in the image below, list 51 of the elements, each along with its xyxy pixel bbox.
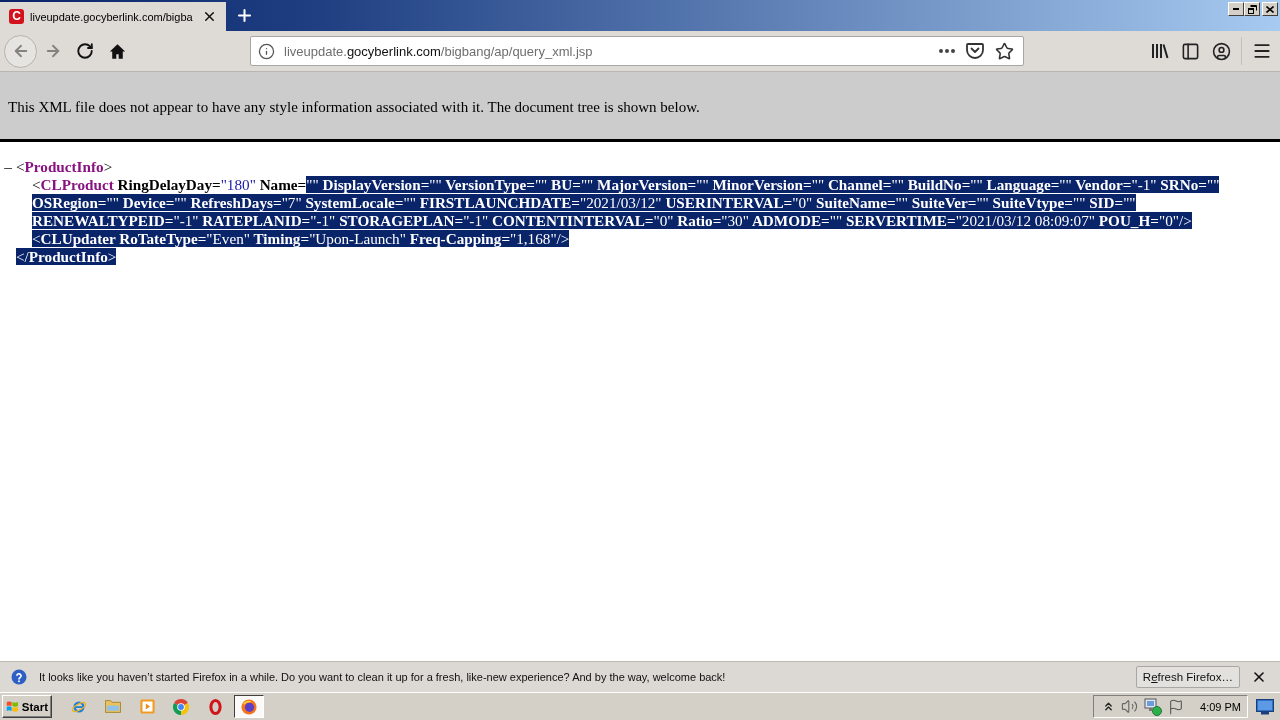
orb-icon	[241, 698, 257, 715]
folder-icon	[105, 699, 121, 714]
info-icon	[258, 42, 275, 60]
library-icon	[1152, 43, 1169, 59]
play-tile-icon	[139, 699, 155, 714]
url-text: liveupdate.gocyberlink.com/bigbang/ap/query_xml.jsp	[284, 43, 593, 59]
segmented-circle-icon	[173, 698, 189, 715]
network-icon[interactable]	[1144, 697, 1163, 716]
flag-icon[interactable]	[1168, 698, 1185, 715]
ring-icon	[208, 698, 222, 715]
minimize-button[interactable]	[1228, 2, 1244, 16]
arrow-right-icon	[44, 42, 62, 60]
restore-button[interactable]	[1244, 2, 1260, 16]
xml-text: RENEWALTYPEID="-1" RATEPLANID="-1" STORAGEPLAN="-1" CONTENTINTERVAL="0" Ratio="30" ADMODE="" SERVERTIME="2021/03/12 08:09:07" POU_H="0"/>	[32, 212, 1192, 229]
xml-text: OSRegion="" Device="" RefreshDays="7" SystemLocale="" FIRSTLAUNCHDATE="2021/03/12" USERINTERVAL="0" SuiteName="" SuiteVer="" SuiteVtype="" SID=""	[32, 194, 1136, 211]
notification-text: It looks like you haven’t started Firefox in a while. Do you want to clean it up for a fresh, like-new experience? And by the way, welcome back!	[39, 671, 726, 683]
close-button[interactable]	[1262, 2, 1278, 16]
minimize-icon	[1233, 8, 1239, 10]
xml-text: </ProductInfo>	[16, 248, 117, 265]
account-icon	[1212, 41, 1231, 61]
page-actions-button[interactable]	[936, 46, 958, 56]
browser-tab[interactable]: C liveupdate.gocyberlink.com/bigba	[0, 2, 226, 31]
close-icon	[1251, 669, 1267, 685]
reload-icon	[76, 42, 94, 60]
xml-text: <CLProduct RingDelayDay="180" Name=	[32, 176, 307, 193]
monitor-icon	[1256, 698, 1274, 715]
collapse-toggle[interactable]: –	[4, 158, 12, 175]
xml-info-text: This XML file does not appear to have any style information associated with it. The document tree is shown below.	[8, 98, 701, 116]
favicon-logo: C	[9, 9, 24, 24]
ring-swoosh-icon	[71, 698, 87, 715]
close-icon	[1266, 5, 1274, 13]
clock-text: 4:09 PM	[1200, 700, 1241, 713]
show-desktop-button[interactable]	[1254, 696, 1276, 717]
xml-text: "" DisplayVersion="" VersionType="" BU="" MajorVersion="" MinorVersion="" Channel="" BuildNo="" Language="" Vendor="-1" SRNo=""	[306, 176, 1220, 193]
tab-title: liveupdate.gocyberlink.com/bigba	[30, 10, 193, 23]
home-icon	[108, 42, 126, 60]
refresh-button[interactable]: Refresh Firefox…	[1135, 666, 1240, 688]
four-pane-logo-icon	[6, 699, 19, 714]
sidebar-icon	[1181, 41, 1200, 61]
xml-text: <ProductInfo>	[16, 158, 113, 175]
menu-icon	[1252, 41, 1272, 61]
taskbar-app-button[interactable]	[234, 695, 264, 718]
start-button[interactable]: Start	[2, 695, 52, 718]
pocket-icon	[966, 42, 984, 60]
help-icon	[11, 669, 27, 685]
xml-text: <CLUpdater RoTateType="Even" Timing="Upon-Launch" Freq-Capping="1,168"/>	[32, 230, 570, 247]
speaker-icon[interactable]	[1121, 698, 1139, 715]
restore-icon	[1247, 4, 1257, 14]
three-dots-icon	[939, 49, 955, 53]
star-icon	[995, 41, 1014, 61]
address-bar[interactable]: liveupdate.gocyberlink.com/bigbang/ap/query_xml.jsp	[250, 36, 1024, 66]
